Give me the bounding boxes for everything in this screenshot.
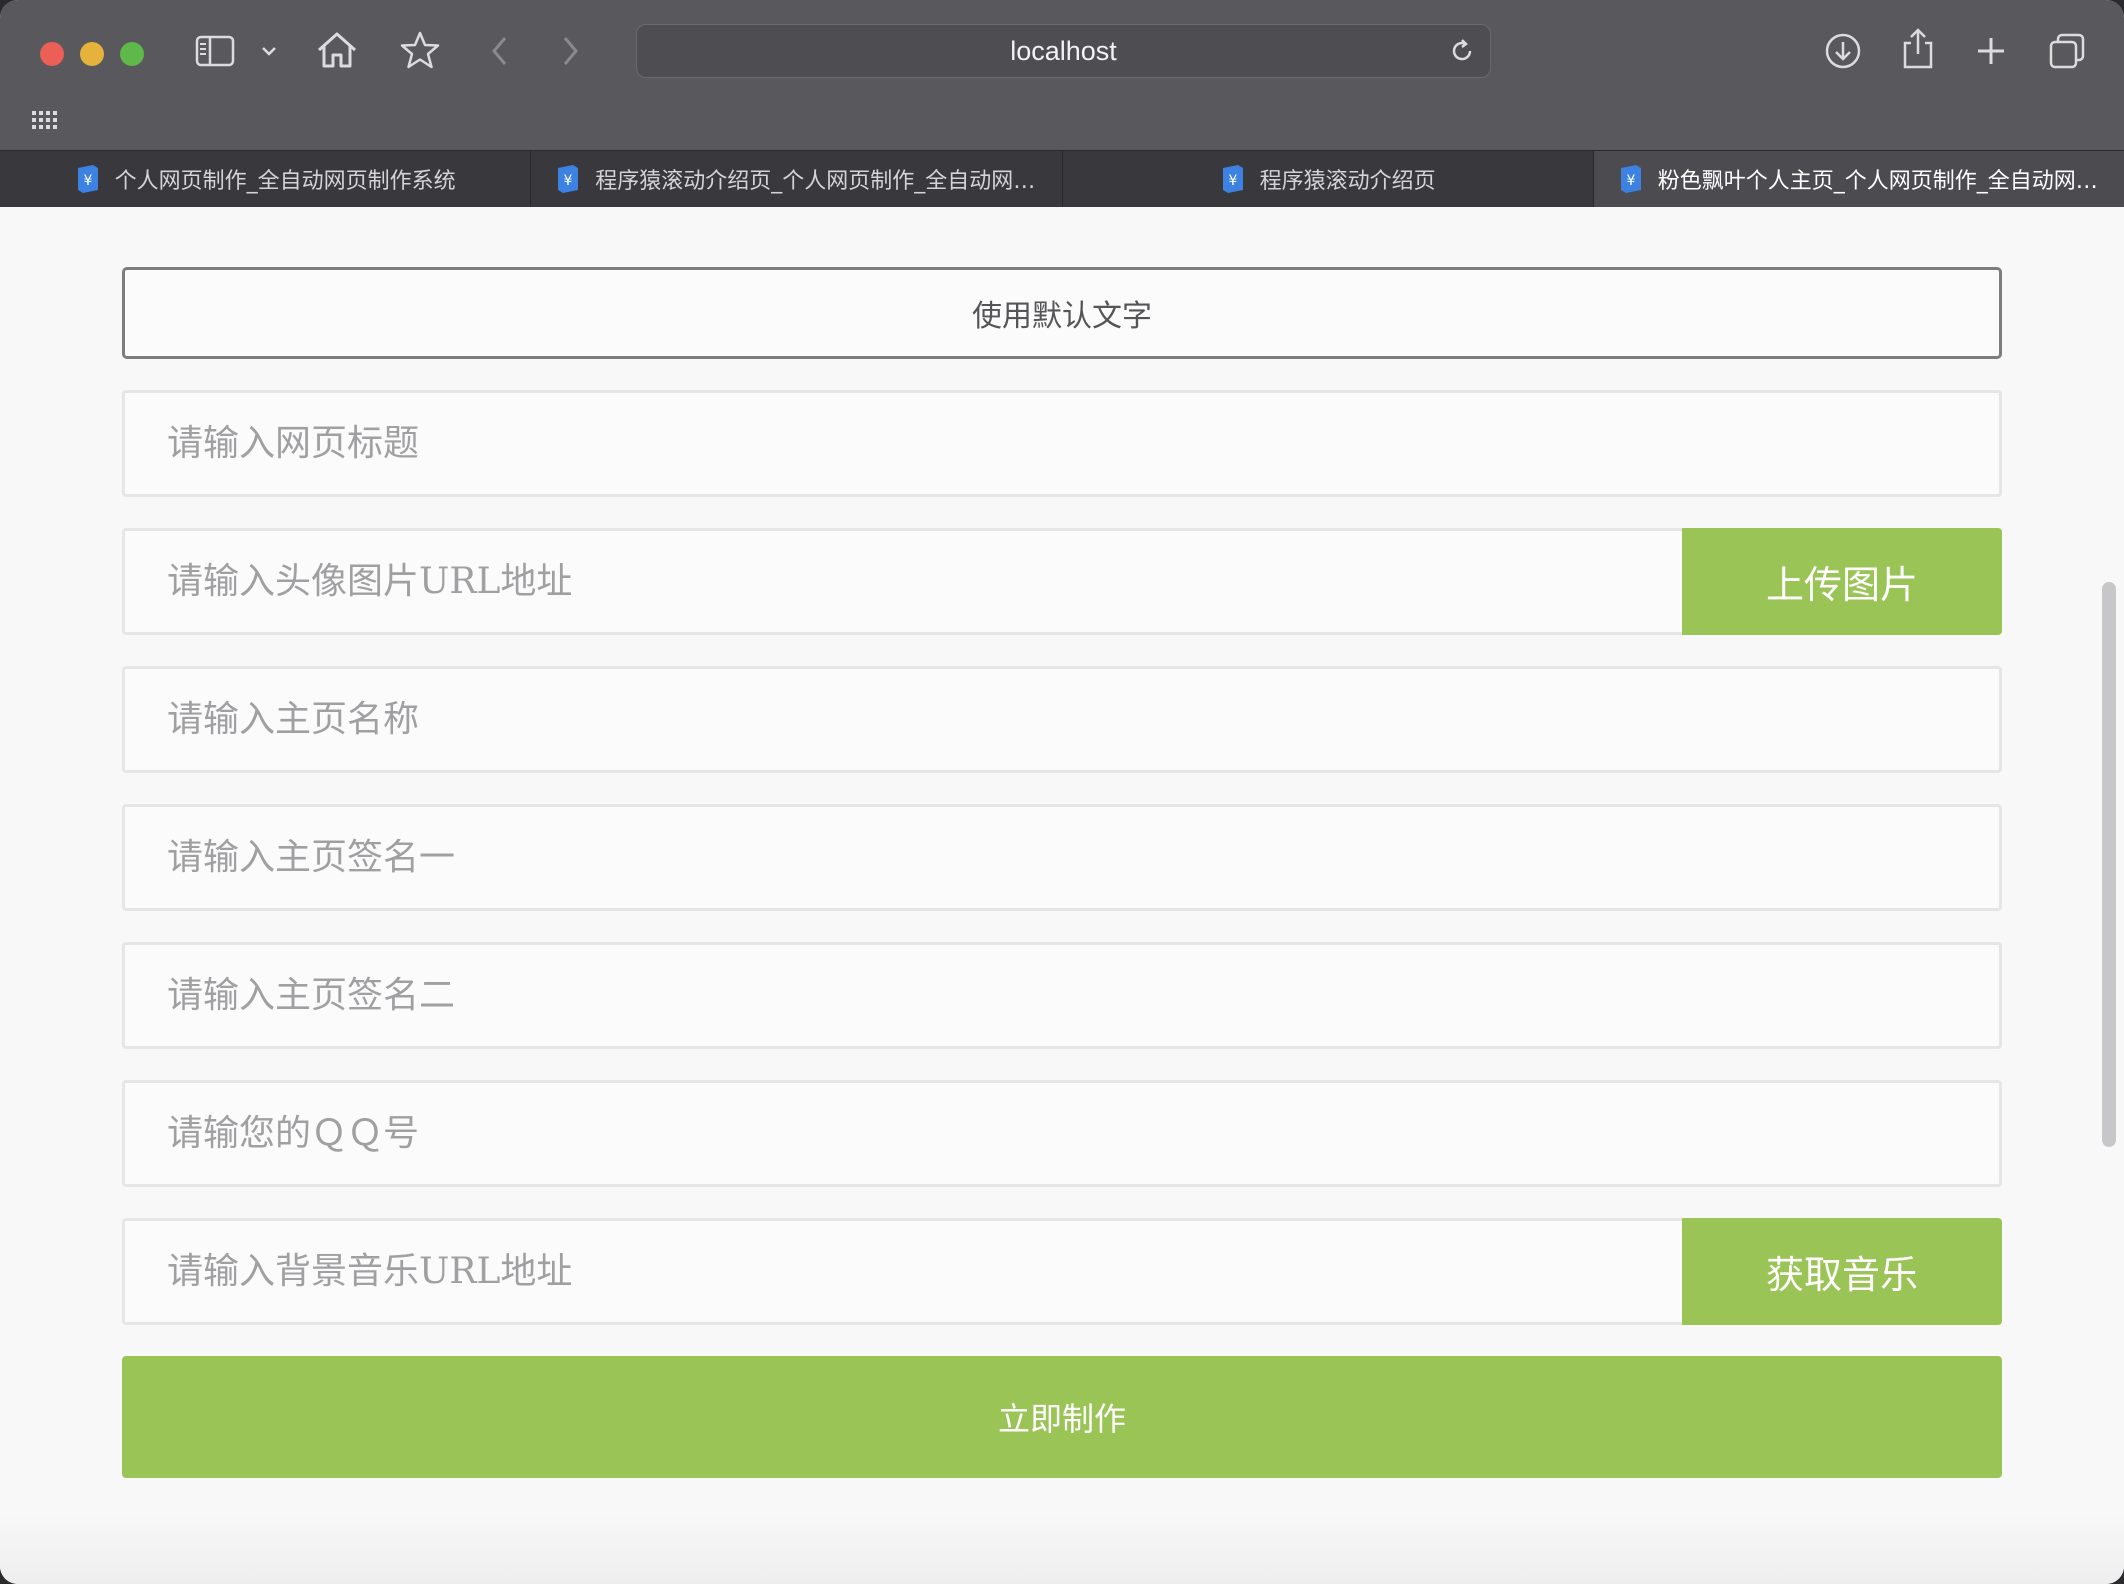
minimize-window-button[interactable] (80, 42, 104, 66)
browser-window: localhost ¥ 个人网页制作_全自动网页制作系统 ¥ 程序猿滚动介绍页_… (0, 0, 2124, 1584)
tab-bar: ¥ 个人网页制作_全自动网页制作系统 ¥ 程序猿滚动介绍页_个人网页制作_全自动… (0, 150, 2124, 207)
make-now-button[interactable]: 立即制作 (122, 1356, 2002, 1478)
signature-one-input[interactable] (125, 807, 1999, 908)
favicon-icon: ¥ (77, 165, 98, 193)
download-icon[interactable] (1822, 30, 1864, 72)
page-title-input[interactable] (125, 393, 1999, 494)
share-icon[interactable] (1898, 26, 1938, 72)
address-bar[interactable]: localhost (636, 24, 1491, 78)
use-default-text-button[interactable]: 使用默认文字 (122, 267, 2002, 359)
grid-icon[interactable] (30, 108, 58, 132)
browser-tab[interactable]: ¥ 程序猿滚动介绍页_个人网页制作_全自动网页制作系统 (531, 151, 1063, 207)
avatar-url-field: 上传图片 (122, 528, 2002, 635)
svg-text:¥: ¥ (1626, 173, 1635, 189)
svg-text:¥: ¥ (564, 173, 573, 189)
signature-two-field (122, 942, 2002, 1049)
chevron-right-icon[interactable] (556, 32, 584, 70)
browser-tab[interactable]: ¥ 程序猿滚动介绍页 (1063, 151, 1594, 207)
reload-icon[interactable] (1448, 37, 1476, 65)
homepage-name-field (122, 666, 2002, 773)
signature-one-field (122, 804, 2002, 911)
tab-label: 个人网页制作_全自动网页制作系统 (114, 169, 456, 194)
maximize-window-button[interactable] (120, 42, 144, 66)
star-icon[interactable] (398, 28, 442, 72)
tabs-overview-icon[interactable] (2046, 30, 2088, 72)
get-music-button[interactable]: 获取音乐 (1682, 1218, 2002, 1325)
svg-text:¥: ¥ (1228, 173, 1237, 189)
sidebar-icon[interactable] (193, 34, 237, 68)
avatar-url-input[interactable] (125, 531, 1682, 632)
favicon-icon: ¥ (1222, 165, 1243, 193)
plus-icon[interactable] (1972, 32, 2010, 70)
chevron-down-icon[interactable] (258, 40, 280, 62)
tab-label: 程序猿滚动介绍页 (1259, 169, 1436, 194)
favicon-icon: ¥ (558, 165, 579, 193)
signature-two-input[interactable] (125, 945, 1999, 1046)
page-title-field (122, 390, 2002, 497)
music-url-input[interactable] (125, 1221, 1682, 1322)
tab-label: 程序猿滚动介绍页_个人网页制作_全自动网页制作系统 (595, 169, 1037, 194)
address-text: localhost (1010, 35, 1117, 66)
browser-tab[interactable]: ¥ 个人网页制作_全自动网页制作系统 (0, 151, 532, 207)
home-icon[interactable] (314, 28, 360, 72)
browser-tab-active[interactable]: ¥ 粉色飘叶个人主页_个人网页制作_全自动网页制作系统 (1593, 151, 2124, 207)
qq-number-input[interactable] (125, 1083, 1999, 1184)
tab-label: 粉色飘叶个人主页_个人网页制作_全自动网页制作系统 (1657, 169, 2100, 194)
homepage-name-input[interactable] (125, 669, 1999, 770)
svg-text:¥: ¥ (83, 173, 92, 189)
favicon-icon: ¥ (1620, 165, 1641, 193)
upload-image-button[interactable]: 上传图片 (1682, 528, 2002, 635)
vertical-scrollbar[interactable] (2102, 582, 2116, 1147)
qq-number-field (122, 1080, 2002, 1187)
music-url-field: 获取音乐 (122, 1218, 2002, 1325)
close-window-button[interactable] (40, 42, 64, 66)
page-bottom-shade (0, 1514, 2124, 1584)
chevron-left-icon[interactable] (486, 32, 514, 70)
page-content: 使用默认文字 上传图片 获取音乐 (0, 207, 2124, 1584)
homepage-form: 使用默认文字 上传图片 获取音乐 (122, 267, 2002, 1478)
browser-toolbar: localhost (0, 0, 2124, 150)
